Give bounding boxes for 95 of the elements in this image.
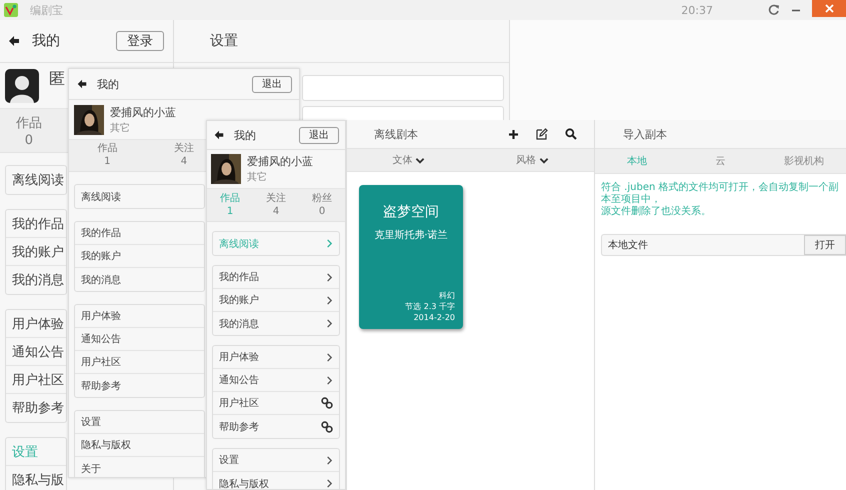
menu-item[interactable]: 我的作品 <box>6 210 66 238</box>
clock-time: 20:37 <box>681 4 713 16</box>
chevron-down-icon <box>415 156 426 164</box>
user-name: 匿 <box>49 69 65 90</box>
user-note: 其它 <box>247 170 268 184</box>
stat-label: 作品 <box>16 114 42 132</box>
input-field[interactable] <box>302 75 504 101</box>
stat-value: 0 <box>24 132 33 148</box>
chevron-right-icon <box>325 294 333 306</box>
panel-title: 我的 <box>32 32 61 50</box>
menu-item[interactable]: 我的消息 <box>213 312 339 335</box>
chevron-right-icon <box>325 374 333 386</box>
description-text: 符合 .juben 格式的文件均可打开，会自动复制一个副本至项目中， <box>601 182 840 206</box>
chevron-right-icon <box>325 318 333 329</box>
stat-value: 1 <box>226 206 234 218</box>
account-button[interactable]: 退出 <box>252 76 292 92</box>
menu-item[interactable]: 隐私与版权 <box>75 434 204 457</box>
menu-item[interactable]: 用户体验 <box>75 305 204 328</box>
menu-item[interactable]: 我的账户 <box>213 289 339 312</box>
search-icon[interactable] <box>565 128 577 140</box>
plus-icon[interactable] <box>508 128 519 140</box>
back-icon[interactable] <box>8 35 20 47</box>
avatar-icon <box>5 68 39 102</box>
menu-item[interactable]: 设置 <box>213 449 339 472</box>
stat-label: 作品 <box>220 192 240 204</box>
menu-item[interactable]: 我的作品 <box>75 222 204 245</box>
menu-item[interactable]: 我的消息 <box>75 268 204 291</box>
panel-title: 我的 <box>97 76 120 92</box>
menu-item[interactable]: 通知公告 <box>6 338 66 366</box>
stat-value: 4 <box>272 206 280 218</box>
stat-value: 4 <box>180 156 188 168</box>
user-note: 其它 <box>110 122 131 134</box>
panel-title: 导入副本 <box>623 126 667 142</box>
chevron-right-icon <box>325 272 333 282</box>
app-logo-icon <box>4 3 18 17</box>
menu-item[interactable]: 通知公告 <box>75 328 204 351</box>
open-button[interactable]: 打开 <box>804 235 846 255</box>
menu-item[interactable]: 我的账户 <box>75 245 204 268</box>
menu-item[interactable]: 设置 <box>75 411 204 434</box>
book-genre: 科幻 <box>439 290 455 301</box>
chevron-down-icon <box>538 156 549 164</box>
chevron-right-icon <box>325 478 333 489</box>
menu-item[interactable]: 帮助参考 <box>75 374 204 397</box>
menu-item[interactable]: 我的账户 <box>6 238 66 266</box>
stat-label: 粉丝 <box>312 192 332 204</box>
back-icon[interactable] <box>214 130 224 140</box>
panel-title: 离线剧本 <box>374 126 418 142</box>
book-card[interactable]: 盗梦空间 克里斯托弗·诺兰 科幻 节选 2.3 千字 2014-2-20 <box>359 185 463 329</box>
book-date: 2014-2-20 <box>414 312 455 323</box>
menu-item[interactable]: 隐私与版 <box>6 466 66 490</box>
close-icon <box>824 4 834 13</box>
menu-item[interactable]: 离线阅读 <box>6 166 66 194</box>
user-name: 爱捕风的小蓝 <box>247 154 313 169</box>
stat-value: 1 <box>104 156 111 168</box>
menu-item[interactable]: 关于 <box>75 457 204 477</box>
stat-label: 关注 <box>266 192 286 204</box>
menu-item[interactable]: 我的作品 <box>213 266 339 289</box>
menu-item[interactable]: 通知公告 <box>213 369 339 392</box>
menu-item[interactable]: 隐私与版权 <box>213 472 339 489</box>
close-button[interactable] <box>812 0 846 17</box>
chevron-right-icon <box>325 238 333 249</box>
back-icon[interactable] <box>76 78 88 90</box>
panel-title: 我的 <box>234 128 257 142</box>
menu-item[interactable]: 用户社区 <box>6 366 66 394</box>
user-name: 爱捕风的小蓝 <box>110 104 176 120</box>
chevron-right-icon <box>325 352 333 362</box>
menu-item[interactable]: 帮助参考 <box>6 394 66 422</box>
menu-item[interactable]: 用户社区 <box>75 351 204 374</box>
file-label: 本地文件 <box>608 238 648 252</box>
stat-label: 关注 <box>174 143 194 155</box>
book-excerpt: 节选 2.3 千字 <box>405 301 455 312</box>
menu-item[interactable]: 离线阅读 <box>75 185 204 208</box>
account-button[interactable]: 退出 <box>299 126 339 144</box>
input-field[interactable] <box>302 106 504 120</box>
book-author: 克里斯托弗·诺兰 <box>374 228 448 242</box>
menu-item[interactable]: 用户社区 <box>213 392 339 415</box>
minimize-icon[interactable] <box>792 8 800 12</box>
filter-dropdown[interactable]: 文体 <box>347 149 470 171</box>
stat-value: 0 <box>318 206 326 218</box>
book-title: 盗梦空间 <box>383 203 439 221</box>
menu-item[interactable]: 我的消息 <box>6 266 66 294</box>
edit-icon[interactable] <box>536 128 548 140</box>
link-icon <box>321 397 333 409</box>
refresh-icon[interactable] <box>768 4 780 16</box>
menu-item[interactable]: 帮助参考 <box>213 415 339 438</box>
app-name: 编剧宝 <box>30 2 63 18</box>
stat-label: 作品 <box>97 143 118 155</box>
description-text: 源文件删除了也没关系。 <box>601 206 712 218</box>
account-button[interactable]: 登录 <box>116 31 164 51</box>
link-icon <box>321 420 333 432</box>
menu-item[interactable]: 用户体验 <box>213 346 339 369</box>
pane-title: 设置 <box>210 32 238 50</box>
filter-dropdown[interactable]: 风格 <box>470 149 594 171</box>
menu-item[interactable]: 用户体验 <box>6 310 66 338</box>
chevron-right-icon <box>325 454 333 466</box>
